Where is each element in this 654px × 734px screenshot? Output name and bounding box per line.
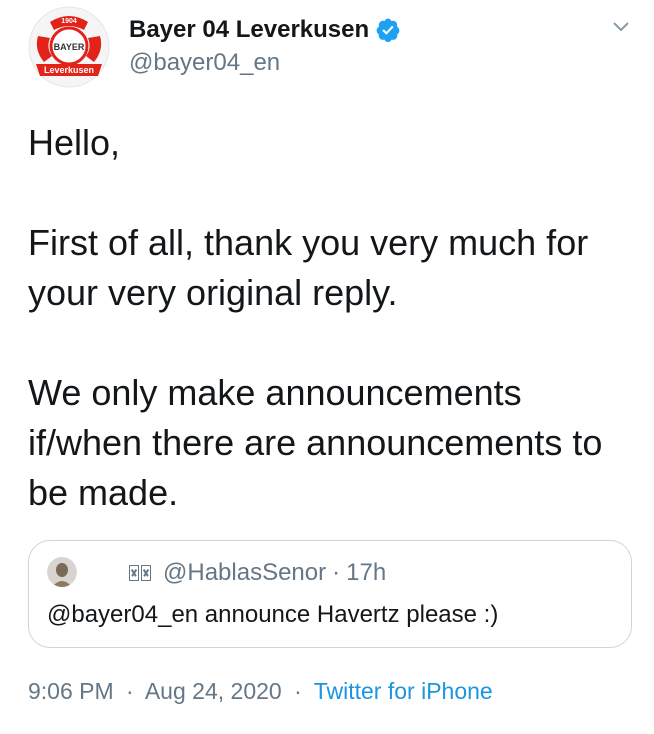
author-display-name[interactable]: Bayer 04 Leverkusen (129, 16, 369, 44)
unsupported-glyph-icon (141, 565, 151, 581)
crest-ribbon-text: Leverkusen (44, 65, 94, 75)
quoted-tweet-text: @bayer04_en announce Havertz please :) (47, 601, 499, 628)
crest-year-text: 1904 (61, 18, 77, 25)
footer-separator: · (294, 678, 302, 704)
tweet-footer: 9:06 PM · Aug 24, 2020 · Twitter for iPh… (28, 678, 493, 705)
author-avatar[interactable]: BAYER 1904 Leverkusen (28, 6, 110, 88)
tweet-date[interactable]: Aug 24, 2020 (145, 678, 282, 704)
tweet-time[interactable]: 9:06 PM (28, 678, 114, 704)
author-name-row[interactable]: Bayer 04 Leverkusen (129, 16, 401, 44)
chevron-down-icon[interactable] (610, 16, 632, 38)
quoted-tweet-header: @HablasSenor · 17h (129, 559, 386, 587)
author-handle[interactable]: @bayer04_en (129, 49, 280, 77)
footer-separator: · (126, 678, 134, 704)
quoted-time[interactable]: 17h (346, 559, 386, 587)
verified-badge-icon (375, 17, 401, 43)
quoted-author-avatar (47, 557, 77, 587)
quoted-separator: · (332, 559, 341, 586)
tweet-source-link[interactable]: Twitter for iPhone (314, 678, 493, 704)
quoted-handle[interactable]: @HablasSenor (163, 559, 326, 587)
tweet-text: Hello, First of all, thank you very much… (28, 122, 603, 513)
unsupported-glyph-icon (129, 565, 139, 581)
bayer04-crest-icon: BAYER 1904 Leverkusen (28, 6, 110, 88)
crest-center-text: BAYER (54, 42, 85, 52)
quoted-tweet-card[interactable]: @HablasSenor · 17h @bayer04_en announce … (28, 540, 632, 648)
